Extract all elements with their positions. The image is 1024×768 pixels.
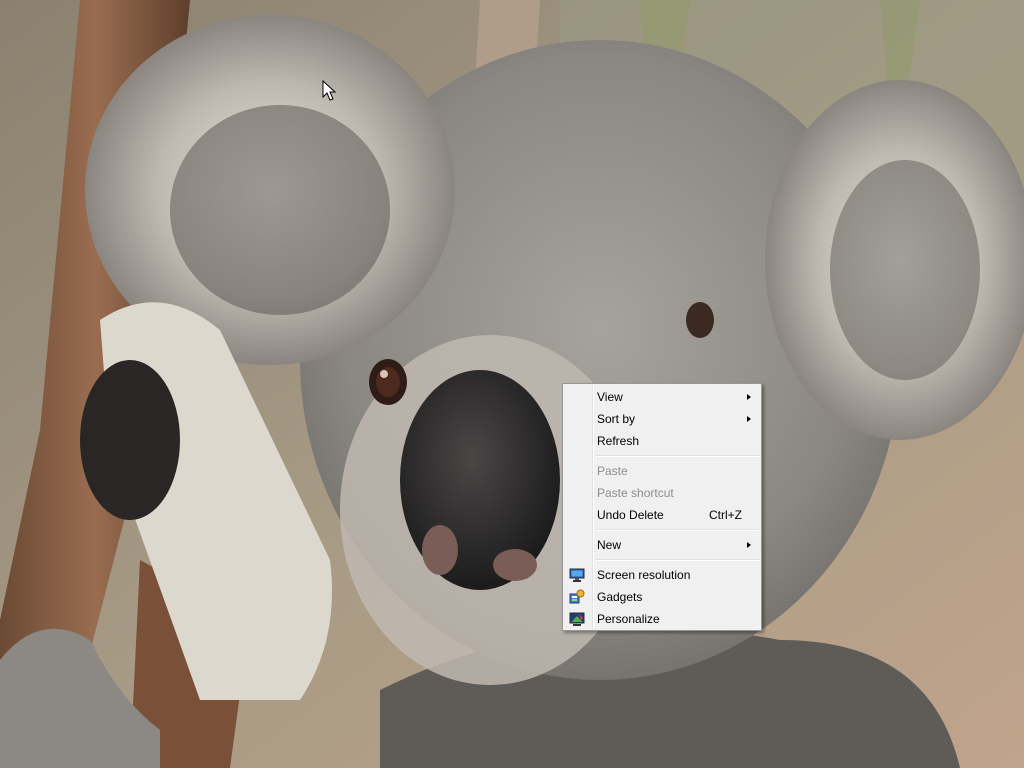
menu-separator — [563, 526, 761, 534]
menu-separator — [563, 452, 761, 460]
desktop[interactable]: View Sort by Refresh Paste Paste shortcu… — [0, 0, 1024, 768]
menu-item-label: Refresh — [597, 434, 640, 448]
menu-item-label: New — [597, 538, 622, 552]
menu-item-paste-shortcut: Paste shortcut — [563, 482, 761, 504]
menu-item-sort-by[interactable]: Sort by — [563, 408, 761, 430]
menu-item-screen-resolution[interactable]: Screen resolution — [563, 564, 761, 586]
menu-item-gadgets[interactable]: Gadgets — [563, 586, 761, 608]
submenu-arrow-icon — [747, 542, 751, 548]
menu-item-paste: Paste — [563, 460, 761, 482]
koala-wallpaper — [0, 0, 1024, 768]
menu-item-label: Paste shortcut — [597, 486, 674, 500]
desktop-context-menu: View Sort by Refresh Paste Paste shortcu… — [562, 383, 762, 631]
menu-item-shortcut: Ctrl+Z — [709, 508, 742, 522]
menu-item-personalize[interactable]: Personalize — [563, 608, 761, 630]
gadgets-icon — [569, 589, 585, 604]
menu-item-label: Sort by — [597, 412, 636, 426]
menu-item-label: Undo Delete — [597, 508, 664, 522]
menu-item-refresh[interactable]: Refresh — [563, 430, 761, 452]
submenu-arrow-icon — [747, 394, 751, 400]
screen-resolution-icon — [569, 568, 585, 582]
menu-item-label: Personalize — [597, 612, 660, 626]
menu-item-label: Gadgets — [597, 590, 643, 604]
menu-item-label: Paste — [597, 464, 628, 478]
personalize-icon — [569, 612, 585, 626]
menu-item-undo-delete[interactable]: Undo Delete Ctrl+Z — [563, 504, 761, 526]
menu-item-view[interactable]: View — [563, 386, 761, 408]
submenu-arrow-icon — [747, 416, 751, 422]
menu-item-new[interactable]: New — [563, 534, 761, 556]
menu-separator — [563, 556, 761, 564]
menu-item-label: Screen resolution — [597, 568, 691, 582]
menu-item-label: View — [597, 390, 623, 404]
mouse-cursor-icon — [322, 80, 336, 101]
